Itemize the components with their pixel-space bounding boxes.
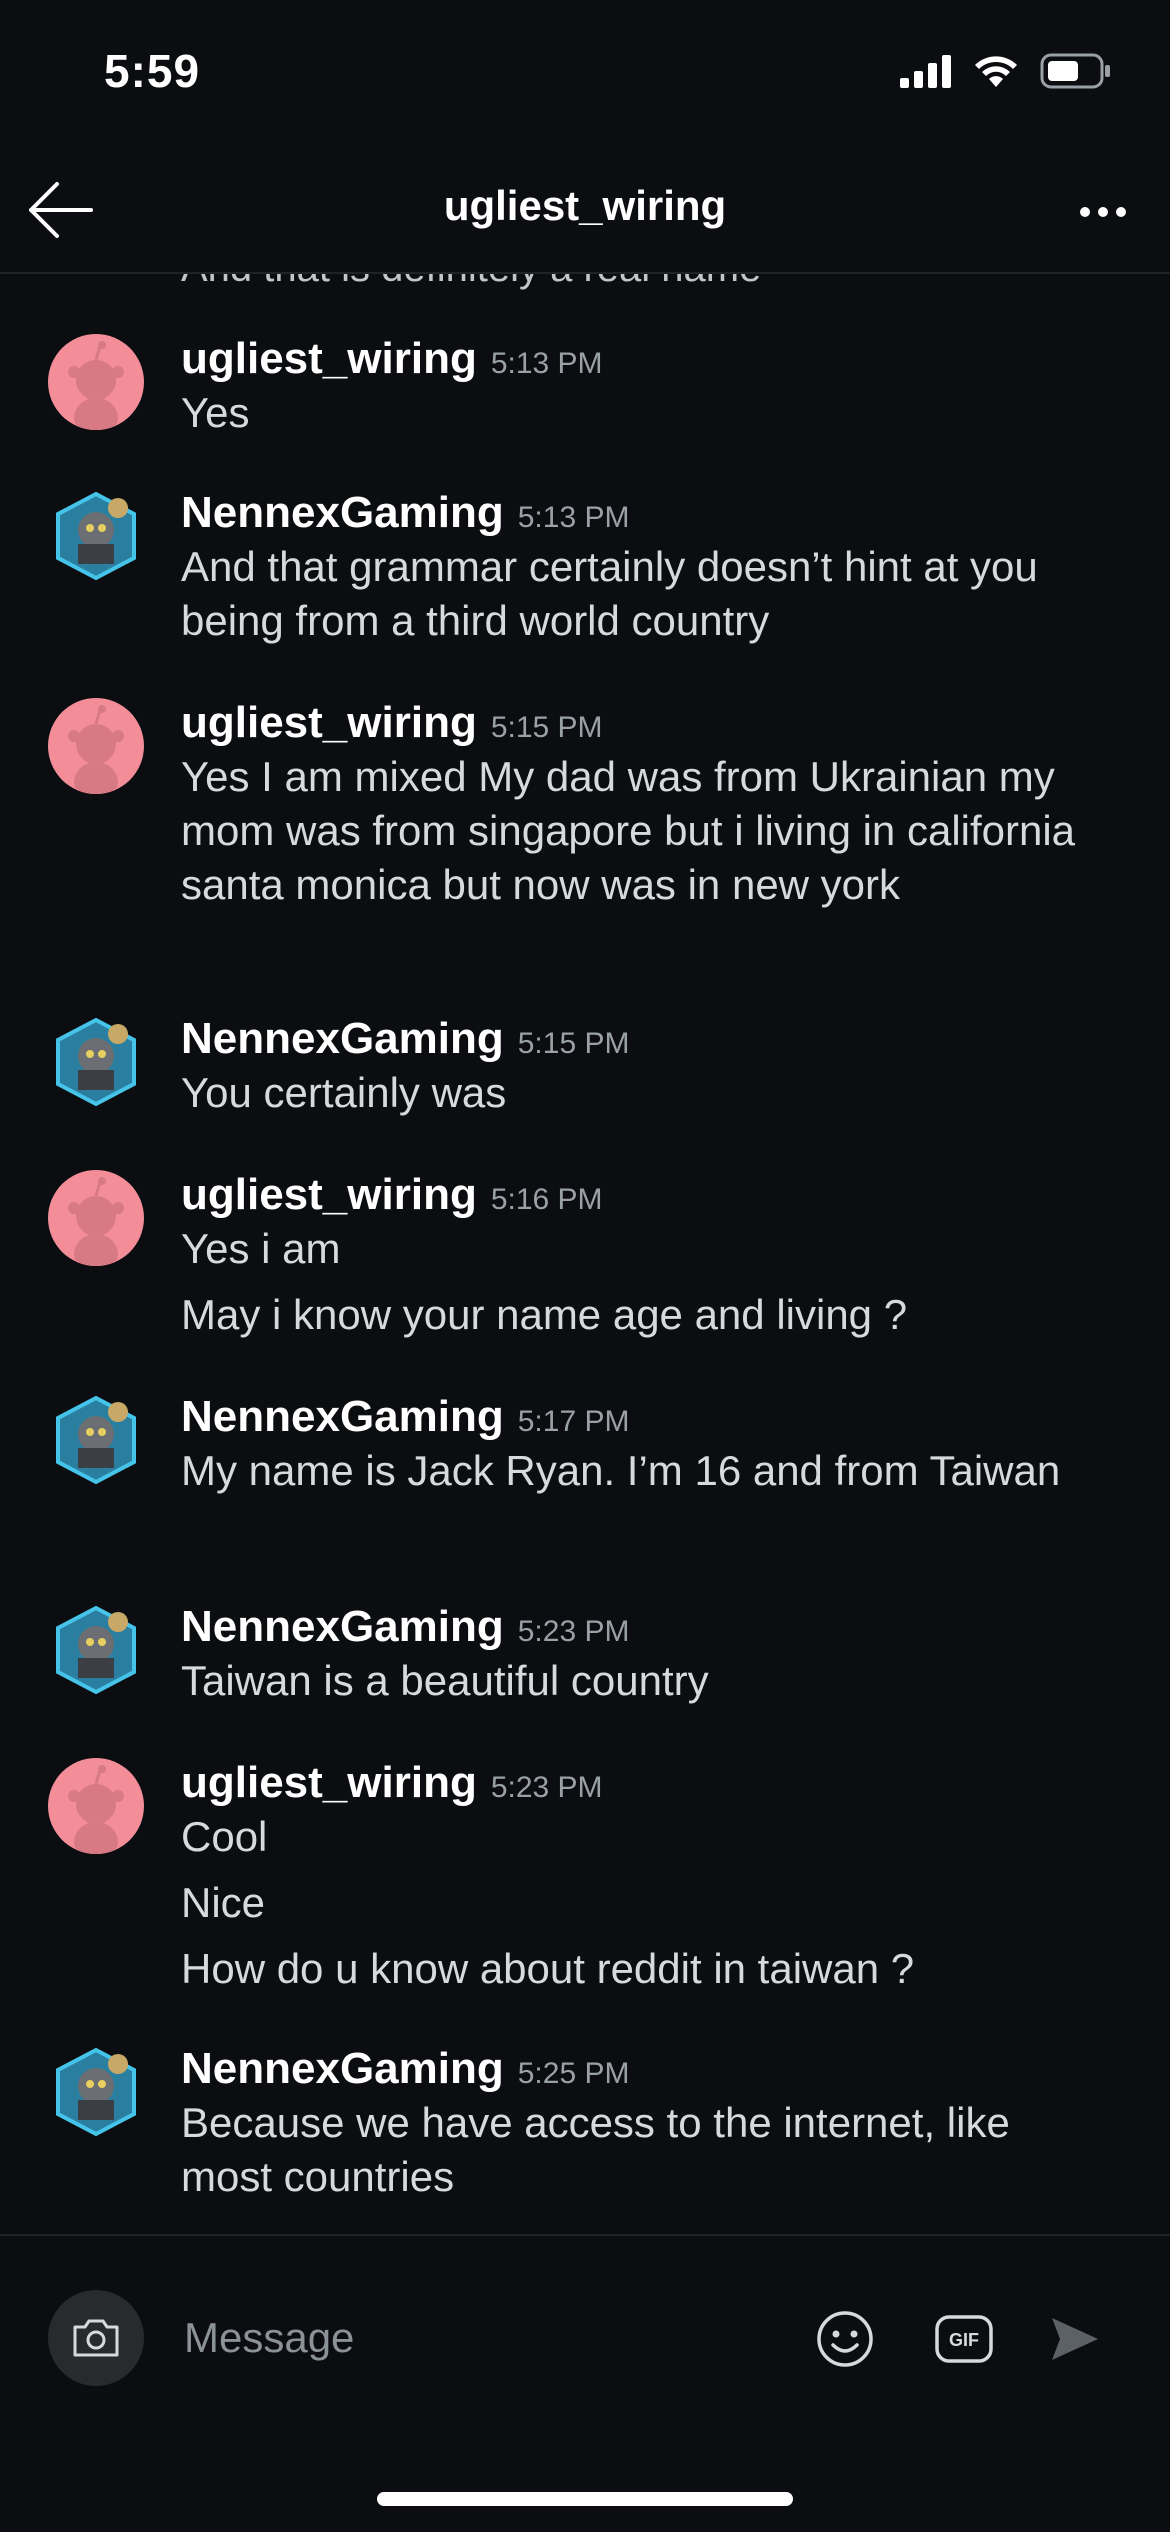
message-composer: GIF — [0, 2234, 1170, 2532]
status-bar: 5:59 — [0, 0, 1170, 150]
gaming-avatar-icon — [56, 491, 136, 581]
avatar[interactable] — [48, 1014, 144, 1110]
message-author[interactable]: ugliest_wiring — [181, 1170, 477, 1220]
snoo-avatar-icon — [68, 1765, 124, 1854]
message-author[interactable]: NennexGaming — [181, 1602, 504, 1652]
message-text: Nice — [181, 1879, 266, 1926]
chat-header: ugliest_wiring — [0, 150, 1170, 274]
message-text: Yes — [181, 389, 250, 436]
page-title: ugliest_wiring — [443, 182, 727, 229]
partial-message: And that is definitely a real name — [181, 274, 761, 291]
message-time: 5:23 PM — [490, 1771, 603, 1804]
message-time: 5:16 PM — [490, 1183, 603, 1216]
avatar[interactable] — [48, 334, 144, 430]
snoo-avatar-icon — [68, 341, 124, 430]
message-author[interactable]: ugliest_wiring — [181, 334, 477, 384]
message-text: Taiwan is a beautiful country — [181, 1657, 709, 1704]
avatar[interactable] — [48, 2044, 144, 2140]
message-time: 5:17 PM — [517, 1405, 630, 1438]
avatar[interactable] — [48, 1392, 144, 1488]
more-options-button[interactable] — [1068, 182, 1138, 242]
message-input[interactable] — [182, 2294, 746, 2382]
message-text: And that grammar certainly doesn’t hint … — [181, 543, 1038, 644]
avatar[interactable] — [48, 698, 144, 794]
send-button[interactable] — [1046, 2312, 1104, 2366]
avatar[interactable] — [48, 1602, 144, 1698]
message-author[interactable]: ugliest_wiring — [181, 1758, 477, 1808]
message-text: Because we have access to the internet, … — [181, 2099, 1010, 2200]
message-author[interactable]: ugliest_wiring — [181, 698, 477, 748]
message-time: 5:15 PM — [490, 711, 603, 744]
message-text: My name is Jack Ryan. I’m 16 and from Ta… — [181, 1447, 1061, 1494]
wifi-icon — [975, 56, 1017, 87]
home-indicator — [377, 2492, 793, 2506]
message-author[interactable]: NennexGaming — [181, 1014, 504, 1064]
message-text: Yes i am — [181, 1225, 341, 1272]
message-list[interactable]: And that is definitely a real name uglie… — [0, 274, 1170, 2234]
more-icon — [1080, 207, 1090, 217]
message-time: 5:15 PM — [517, 1027, 630, 1060]
snoo-avatar-icon — [68, 705, 124, 794]
avatar[interactable] — [48, 1758, 144, 1854]
battery-icon — [1040, 53, 1110, 89]
status-icons — [900, 52, 1112, 90]
send-icon — [1052, 2318, 1098, 2360]
gaming-avatar-icon — [56, 1395, 136, 1485]
gaming-avatar-icon — [56, 1017, 136, 1107]
camera-icon — [73, 2319, 119, 2357]
snoo-avatar-icon — [68, 1177, 124, 1266]
emoji-button[interactable] — [814, 2308, 876, 2370]
message-author[interactable]: NennexGaming — [181, 488, 504, 538]
gaming-avatar-icon — [56, 1605, 136, 1695]
message-text: Cool — [181, 1813, 268, 1860]
emoji-icon — [817, 2311, 873, 2367]
message-text: May i know your name age and living ? — [181, 1291, 908, 1338]
message-author[interactable]: NennexGaming — [181, 1392, 504, 1442]
message-time: 5:13 PM — [490, 347, 603, 380]
avatar[interactable] — [48, 1170, 144, 1266]
message-text: Yes I am mixed My dad was from Ukrainian… — [181, 753, 1076, 908]
chat-screen: 5:59 ugliest_wiring ugliest_wiring 5:13 … — [0, 0, 1170, 2532]
message-time: 5:13 PM — [517, 501, 630, 534]
message-time: 5:23 PM — [517, 1615, 630, 1648]
gaming-avatar-icon — [56, 2047, 136, 2137]
message-time: 5:25 PM — [517, 2057, 630, 2090]
gif-label: GIF — [949, 2330, 979, 2350]
message-text: How do u know about reddit in taiwan ? — [181, 1945, 915, 1992]
gif-icon: GIF — [935, 2315, 993, 2363]
camera-button[interactable] — [48, 2290, 144, 2386]
message-text: You certainly was — [181, 1069, 507, 1116]
gif-button[interactable]: GIF — [934, 2312, 994, 2366]
avatar[interactable] — [48, 488, 144, 584]
status-time: 5:59 — [104, 45, 201, 97]
signal-icon — [900, 55, 951, 88]
message-author[interactable]: NennexGaming — [181, 2044, 504, 2094]
